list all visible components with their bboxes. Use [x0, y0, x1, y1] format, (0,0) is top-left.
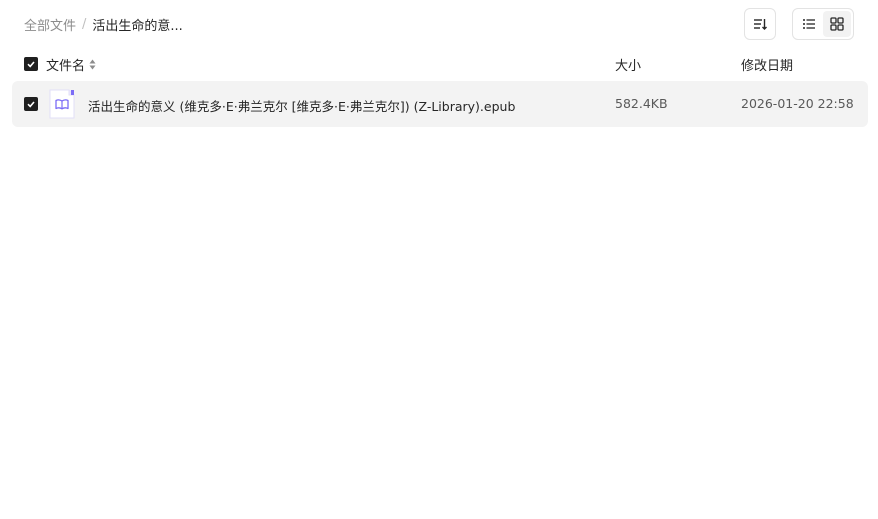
epub-book-icon	[49, 89, 75, 119]
column-header-name-label: 文件名	[46, 59, 86, 74]
list-view-icon	[803, 19, 815, 29]
column-header-size[interactable]: 大小	[615, 55, 641, 74]
grid-view-icon	[830, 17, 844, 31]
column-header-name[interactable]: 文件名	[46, 55, 96, 74]
checkmark-icon	[27, 101, 35, 108]
sort-button[interactable]	[744, 8, 776, 40]
grid-view-button[interactable]	[823, 11, 851, 37]
sort-icon	[754, 19, 767, 30]
checkmark-icon	[27, 61, 35, 68]
file-modified-date: 2026-01-20 22:58	[741, 96, 854, 111]
column-header-modified[interactable]: 修改日期	[741, 55, 793, 74]
select-all-checkbox[interactable]	[24, 57, 38, 71]
file-name[interactable]: 活出生命的意义 (维克多·E·弗兰克尔 [维克多·E·弗兰克尔]) (Z-Lib…	[88, 96, 515, 115]
row-checkbox[interactable]	[24, 97, 38, 111]
breadcrumb-separator: /	[82, 16, 87, 32]
breadcrumb: 全部文件 / 活出生命的意...	[24, 14, 183, 34]
file-size: 582.4KB	[615, 96, 668, 111]
table-row[interactable]: 活出生命的意义 (维克多·E·弗兰克尔 [维克多·E·弗兰克尔]) (Z-Lib…	[12, 81, 868, 127]
list-view-button[interactable]	[795, 11, 823, 37]
breadcrumb-current: 活出生命的意...	[92, 18, 183, 34]
table-header: 文件名 大小 修改日期	[12, 48, 868, 80]
view-toggle	[792, 8, 854, 40]
sort-arrows-icon	[89, 59, 96, 70]
breadcrumb-root[interactable]: 全部文件	[24, 15, 76, 34]
